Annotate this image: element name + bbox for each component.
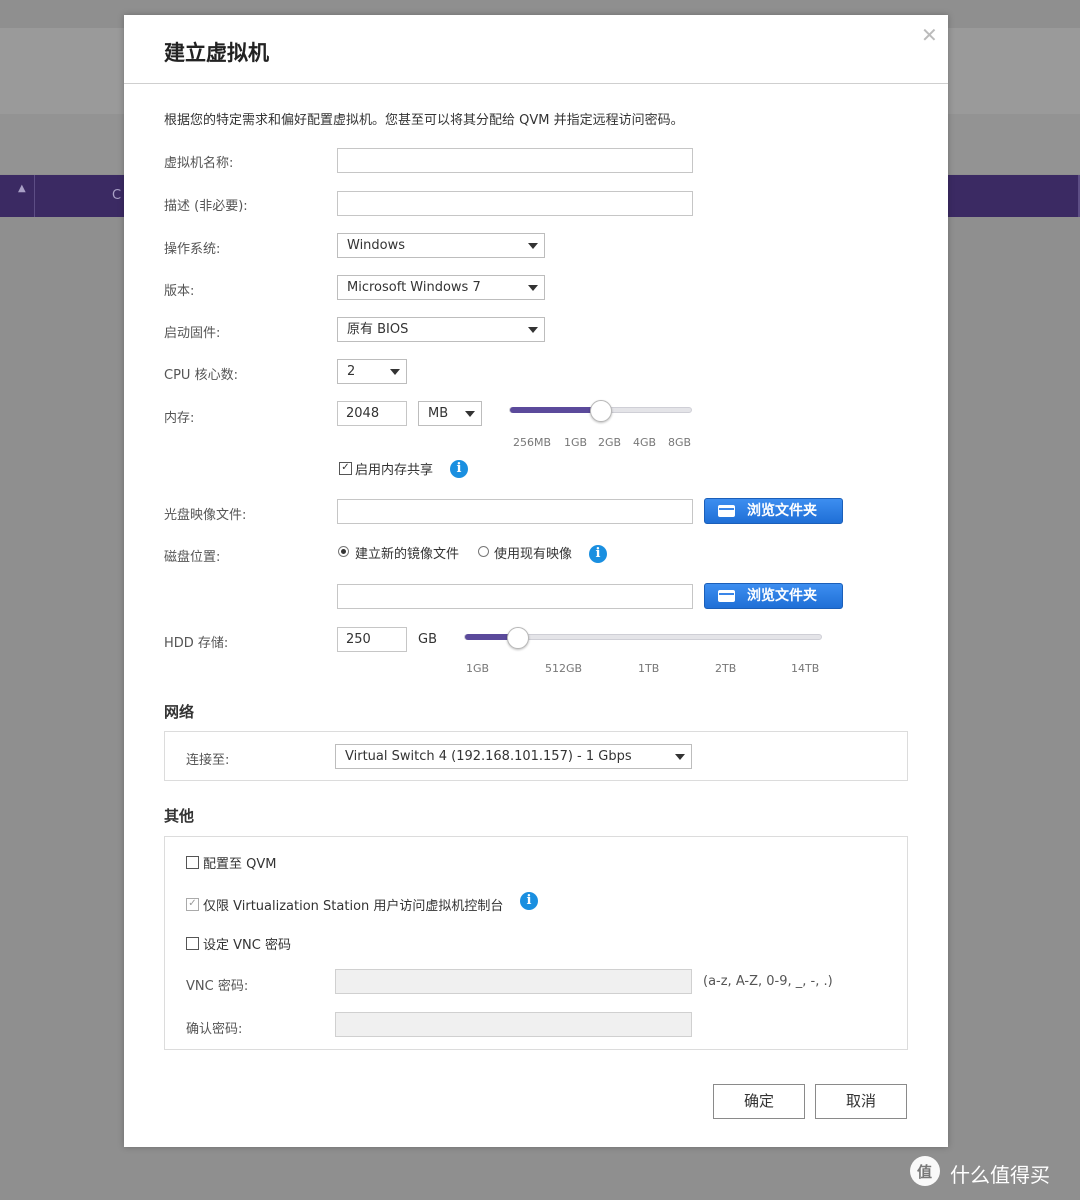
memory-tick: 2GB: [598, 436, 622, 449]
version-label: 版本:: [164, 284, 195, 299]
dialog-title: 建立虚拟机: [164, 41, 269, 65]
version-select[interactable]: Microsoft Windows 7: [337, 275, 545, 300]
other-section-title: 其他: [164, 807, 195, 825]
os-select-value: Windows: [347, 238, 406, 253]
os-select[interactable]: Windows: [337, 233, 545, 258]
memory-slider[interactable]: [509, 400, 692, 422]
radio-new-image-label: 建立新的镜像文件: [355, 547, 460, 562]
iso-path-input[interactable]: [337, 499, 693, 524]
sort-up-icon: ▲: [18, 183, 26, 194]
background-column-label: C: [112, 188, 122, 203]
firmware-select[interactable]: 原有 BIOS: [337, 317, 545, 342]
folder-icon: [718, 505, 735, 517]
chevron-down-icon: [528, 243, 538, 249]
iso-browse-label: 浏览文件夹: [747, 503, 817, 519]
title-divider: [124, 83, 948, 84]
column-divider: [34, 175, 35, 217]
cpu-label: CPU 核心数:: [164, 368, 238, 383]
radio-existing-image[interactable]: [478, 546, 489, 557]
assign-qvm-checkbox[interactable]: [186, 856, 199, 869]
firmware-select-value: 原有 BIOS: [347, 322, 409, 337]
hdd-tick: 1GB: [466, 662, 490, 675]
hdd-slider[interactable]: [464, 627, 822, 649]
vs-only-label: 仅限 Virtualization Station 用户访问虚拟机控制台: [203, 899, 504, 914]
hdd-tick: 512GB: [545, 662, 583, 675]
folder-icon: [718, 590, 735, 602]
memory-unit-select[interactable]: MB: [418, 401, 482, 426]
disk-path-input[interactable]: [337, 584, 693, 609]
vnc-password-input[interactable]: [335, 969, 692, 994]
hdd-size-input[interactable]: 250: [337, 627, 407, 652]
dialog-description: 根据您的特定需求和偏好配置虚拟机。您甚至可以将其分配给 QVM 并指定远程访问密…: [164, 113, 684, 128]
hdd-tick: 14TB: [791, 662, 820, 675]
hdd-tick: 1TB: [638, 662, 660, 675]
hdd-slider-handle[interactable]: [507, 627, 529, 649]
watermark-logo-icon: [910, 1156, 940, 1186]
iso-browse-button[interactable]: 浏览文件夹: [704, 498, 843, 524]
info-icon[interactable]: i: [589, 545, 607, 563]
connect-label: 连接至:: [186, 753, 230, 768]
info-icon[interactable]: i: [450, 460, 468, 478]
network-section-title: 网络: [164, 703, 195, 721]
hdd-tick: 2TB: [715, 662, 737, 675]
other-section: 配置至 QVM ✓ 仅限 Virtualization Station 用户访问…: [164, 836, 908, 1050]
disk-browse-label: 浏览文件夹: [747, 588, 817, 604]
os-label: 操作系统:: [164, 242, 221, 257]
memory-tick: 256MB: [513, 436, 552, 449]
memory-share-checkbox[interactable]: ✓: [339, 462, 352, 475]
chevron-down-icon: [390, 369, 400, 375]
confirm-password-label: 确认密码:: [186, 1022, 243, 1037]
hdd-unit: GB: [418, 632, 437, 647]
vm-name-label: 虚拟机名称:: [164, 156, 234, 171]
memory-share-label: 启用内存共享: [355, 463, 434, 478]
network-select-value: Virtual Switch 4 (192.168.101.157) - 1 G…: [345, 749, 632, 764]
chevron-down-icon: [528, 327, 538, 333]
network-section: 连接至: Virtual Switch 4 (192.168.101.157) …: [164, 731, 908, 781]
memory-tick: 1GB: [564, 436, 588, 449]
cpu-select-value: 2: [347, 364, 356, 379]
memory-tick: 4GB: [633, 436, 657, 449]
disk-browse-button[interactable]: 浏览文件夹: [704, 583, 843, 609]
firmware-label: 启动固件:: [164, 326, 221, 341]
radio-new-image[interactable]: [338, 546, 349, 557]
create-vm-dialog: 建立虚拟机 ✕ 根据您的特定需求和偏好配置虚拟机。您甚至可以将其分配给 QVM …: [124, 15, 948, 1147]
cpu-select[interactable]: 2: [337, 359, 407, 384]
version-select-value: Microsoft Windows 7: [347, 280, 481, 295]
ok-button[interactable]: 确定: [713, 1084, 805, 1119]
watermark-text: 什么值得买: [950, 1163, 1050, 1187]
network-select[interactable]: Virtual Switch 4 (192.168.101.157) - 1 G…: [335, 744, 692, 769]
memory-input[interactable]: 2048: [337, 401, 407, 426]
chevron-down-icon: [675, 754, 685, 760]
assign-qvm-label: 配置至 QVM: [203, 857, 277, 872]
description-label: 描述 (非必要):: [164, 199, 248, 214]
chevron-down-icon: [465, 411, 475, 417]
description-input[interactable]: [337, 191, 693, 216]
radio-existing-image-label: 使用现有映像: [494, 547, 573, 562]
memory-unit-value: MB: [428, 406, 449, 421]
vnc-password-hint: (a-z, A-Z, 0-9, _, -, .): [703, 974, 833, 989]
confirm-password-input[interactable]: [335, 1012, 692, 1037]
set-vnc-label: 设定 VNC 密码: [203, 938, 291, 953]
memory-label: 内存:: [164, 411, 195, 426]
memory-tick: 8GB: [668, 436, 692, 449]
vnc-password-label: VNC 密码:: [186, 979, 249, 994]
vs-only-checkbox[interactable]: ✓: [186, 898, 199, 911]
iso-label: 光盘映像文件:: [164, 508, 247, 523]
memory-slider-handle[interactable]: [590, 400, 612, 422]
set-vnc-checkbox[interactable]: [186, 937, 199, 950]
memory-slider-fill: [510, 407, 600, 413]
vm-name-input[interactable]: [337, 148, 693, 173]
close-icon[interactable]: ✕: [921, 23, 938, 47]
cancel-button[interactable]: 取消: [815, 1084, 907, 1119]
hdd-label: HDD 存储:: [164, 636, 229, 651]
disk-location-label: 磁盘位置:: [164, 550, 221, 565]
chevron-down-icon: [528, 285, 538, 291]
info-icon[interactable]: i: [520, 892, 538, 910]
